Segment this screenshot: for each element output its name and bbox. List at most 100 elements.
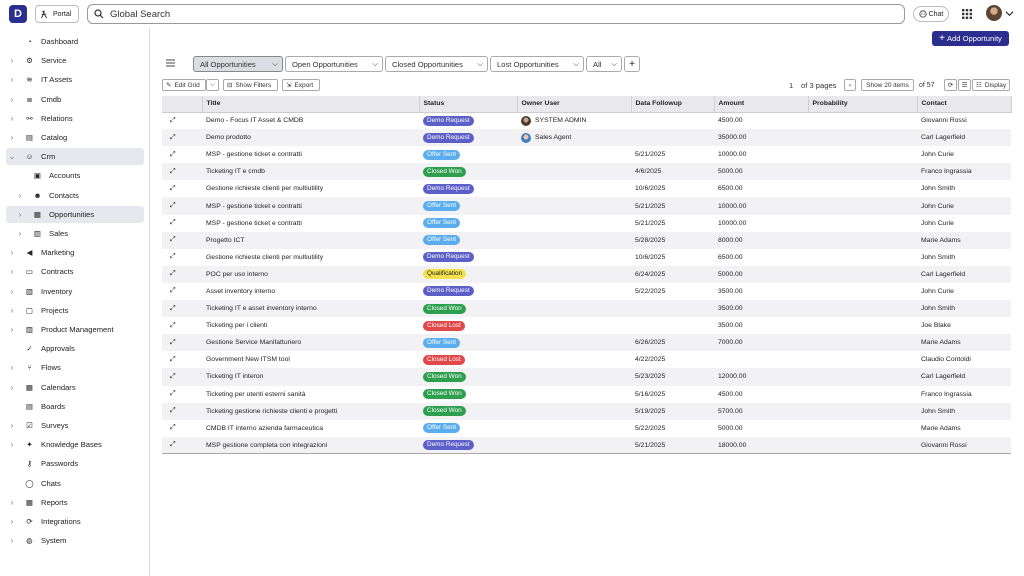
chevron-right-icon[interactable]: ›	[6, 114, 18, 123]
tab-all-opportunities[interactable]: All Opportunities ⌵	[193, 56, 283, 72]
table-row[interactable]: ⤢ Ticketing per i clienti Closed Lost 3500.…	[162, 317, 1011, 334]
tab-lost-opportunities[interactable]: Lost Opportunities ⌵	[490, 56, 584, 72]
expand-row-icon[interactable]: ⤢	[162, 163, 202, 181]
chevron-right-icon[interactable]: ›	[6, 421, 18, 430]
chevron-right-icon[interactable]: ›	[6, 287, 18, 296]
sidebar-item-flows[interactable]: › ⑂ Flows	[6, 359, 144, 376]
expand-row-icon[interactable]: ⤢	[162, 334, 202, 352]
sidebar-item-marketing[interactable]: › ◀ Marketing	[6, 244, 144, 261]
table-row[interactable]: ⤢ Progetto ICT Offer Sent 5/28/2025 8000.00 M…	[162, 231, 1011, 249]
chevron-down-icon[interactable]: ⌵	[573, 59, 579, 69]
cell-title[interactable]: MSP - gestione ticket e contratti	[202, 215, 419, 232]
cell-title[interactable]: Progetto ICT	[202, 231, 419, 249]
menu-icon[interactable]	[166, 59, 175, 67]
sidebar-item-relations[interactable]: › ⚯ Relations	[6, 110, 144, 127]
sidebar-item-integrations[interactable]: › ⟳ Integrations	[6, 513, 144, 530]
table-row[interactable]: ⤢ CMDB IT interno azienda farmaceutica Off…	[162, 420, 1011, 437]
table-row[interactable]: ⤢ Gestione richieste clienti per multiuti…	[162, 249, 1011, 266]
edit-grid-dropdown[interactable]: ⌵	[206, 79, 219, 91]
tab-all[interactable]: All ⌵	[586, 56, 622, 72]
chevron-right-icon[interactable]: ›	[14, 191, 26, 200]
expand-row-icon[interactable]: ⤢	[162, 420, 202, 437]
global-search-input[interactable]: Global Search	[87, 4, 905, 24]
chevron-down-icon[interactable]: ⌵	[272, 59, 278, 69]
cell-title[interactable]: Ticketing IT e cmdb	[202, 163, 419, 181]
sidebar-item-inventory[interactable]: › ▧ Inventory	[6, 283, 144, 300]
table-row[interactable]: ⤢ POC per uso interno Qualification 6/24/20…	[162, 265, 1011, 283]
chevron-right-icon[interactable]: ›	[6, 517, 18, 526]
cell-title[interactable]: CMDB IT interno azienda farmaceutica	[202, 420, 419, 437]
sidebar-item-reports[interactable]: › ▦ Reports	[6, 494, 144, 511]
export-button[interactable]: ⇲ Export	[282, 79, 320, 91]
sidebar-item-accounts[interactable]: ▣ Accounts	[6, 167, 144, 184]
cell-title[interactable]: Ticketing gestione richieste clienti e p…	[202, 402, 419, 420]
expand-row-icon[interactable]: ⤢	[162, 197, 202, 215]
table-row[interactable]: ⤢ MSP - gestione ticket e contratti Offer …	[162, 197, 1011, 215]
sidebar-item-product-management[interactable]: › ▨ Product Management	[6, 321, 144, 338]
table-row[interactable]: ⤢ Gestione richieste clienti per multiuti…	[162, 180, 1011, 197]
column-header-amount[interactable]: Amount	[714, 96, 809, 113]
show-filters-button[interactable]: ⊟ Show Filters	[223, 79, 278, 91]
expand-row-icon[interactable]: ⤢	[162, 300, 202, 318]
cell-title[interactable]: Government New ITSM tool	[202, 351, 419, 368]
expand-row-icon[interactable]: ⤢	[162, 231, 202, 249]
cell-title[interactable]: Demo - Focus IT Asset & CMDB	[202, 112, 419, 129]
sidebar-item-boards[interactable]: ▤ Boards	[6, 398, 144, 415]
cell-title[interactable]: Gestione richieste clienti per multiutil…	[202, 180, 419, 197]
chat-button[interactable]: Chat	[913, 6, 949, 22]
chevron-down-icon[interactable]	[1005, 9, 1014, 18]
table-row[interactable]: ⤢ Ticketing per utenti esterni sanità Clos…	[162, 386, 1011, 403]
sidebar-item-contacts[interactable]: › ☻ Contacts	[6, 187, 144, 204]
display-button[interactable]: ☷ Display	[972, 79, 1010, 91]
sidebar-item-catalog[interactable]: › ▤ Catalog	[6, 129, 144, 146]
sidebar-item-opportunities[interactable]: › ▦ Opportunities	[6, 205, 144, 223]
chevron-right-icon[interactable]: ›	[6, 248, 18, 257]
sidebar-item-calendars[interactable]: › ▦ Calendars	[6, 379, 144, 396]
expand-row-icon[interactable]: ⤢	[162, 146, 202, 163]
chevron-right-icon[interactable]: ›	[14, 229, 26, 238]
sidebar-item-dashboard[interactable]: ◔ Dashboard	[6, 33, 144, 50]
next-page-button[interactable]: ›	[844, 79, 856, 91]
cell-title[interactable]: Ticketing per utenti esterni sanità	[202, 386, 419, 403]
app-logo[interactable]: D	[9, 5, 27, 23]
cell-title[interactable]: Ticketing per i clienti	[202, 317, 419, 334]
expand-row-icon[interactable]: ⤢	[162, 283, 202, 300]
table-row[interactable]: ⤢ Government New ITSM tool Closed Lost 4/22…	[162, 351, 1011, 368]
add-opportunity-button[interactable]: + Add Opportunity	[932, 31, 1009, 46]
sidebar-item-knowledge-bases[interactable]: › ✦ Knowledge Bases	[6, 436, 144, 453]
tab-open-opportunities[interactable]: Open Opportunities ⌵	[285, 56, 383, 72]
page-number[interactable]: 1	[789, 79, 793, 91]
table-row[interactable]: ⤢ Ticketing IT e cmdb Closed Won 4/6/2025 50…	[162, 163, 1011, 181]
expand-row-icon[interactable]: ⤢	[162, 351, 202, 368]
table-row[interactable]: ⤢ Gestione Service Manifatturiero Offer Se…	[162, 334, 1011, 352]
sidebar-item-approvals[interactable]: ✓ Approvals	[6, 340, 144, 357]
chevron-right-icon[interactable]: ›	[6, 75, 18, 84]
expand-row-icon[interactable]: ⤢	[162, 129, 202, 147]
chevron-right-icon[interactable]: ›	[6, 267, 18, 276]
chevron-right-icon[interactable]: ›	[6, 536, 18, 545]
refresh-button[interactable]: ⟳	[944, 79, 957, 91]
cell-title[interactable]: POC per uso interno	[202, 265, 419, 283]
cell-title[interactable]: MSP - gestione ticket e contratti	[202, 197, 419, 215]
expand-row-icon[interactable]: ⤢	[162, 112, 202, 129]
table-row[interactable]: ⤢ MSP - gestione ticket e contratti Offer …	[162, 215, 1011, 232]
sidebar-item-projects[interactable]: › ▢ Projects	[6, 302, 144, 319]
chevron-right-icon[interactable]: ›	[6, 363, 18, 372]
cell-title[interactable]: MSP gestione completa con integrazioni	[202, 436, 419, 455]
sidebar-item-service[interactable]: › ⚙ Service	[6, 52, 144, 69]
table-row[interactable]: ⤢ Ticketing gestione richieste clienti e …	[162, 402, 1011, 420]
page-size-select[interactable]: Show 20 items	[861, 79, 914, 91]
expand-row-icon[interactable]: ⤢	[162, 265, 202, 283]
expand-row-icon[interactable]: ⤢	[162, 402, 202, 420]
tab-closed-opportunities[interactable]: Closed Opportunities ⌵	[385, 56, 488, 72]
sidebar-item-sales[interactable]: › ▥ Sales	[6, 225, 144, 242]
sidebar-item-cmdb[interactable]: › ≣ Cmdb	[6, 91, 144, 108]
cell-title[interactable]: Gestione Service Manifatturiero	[202, 334, 419, 352]
edit-grid-button[interactable]: ✎ Edit Grid	[162, 79, 206, 91]
chevron-down-icon[interactable]: ⌵	[372, 59, 378, 69]
table-row[interactable]: ⤢ Ticketing IT e asset inventory interno C…	[162, 300, 1011, 318]
column-header-owner[interactable]: Owner User	[517, 96, 632, 113]
table-row[interactable]: ⤢ Asset inventory interno Demo Request 5/22…	[162, 283, 1011, 300]
column-settings-button[interactable]: ☰	[958, 79, 971, 91]
sidebar-item-chats[interactable]: ◯ Chats	[6, 475, 144, 492]
